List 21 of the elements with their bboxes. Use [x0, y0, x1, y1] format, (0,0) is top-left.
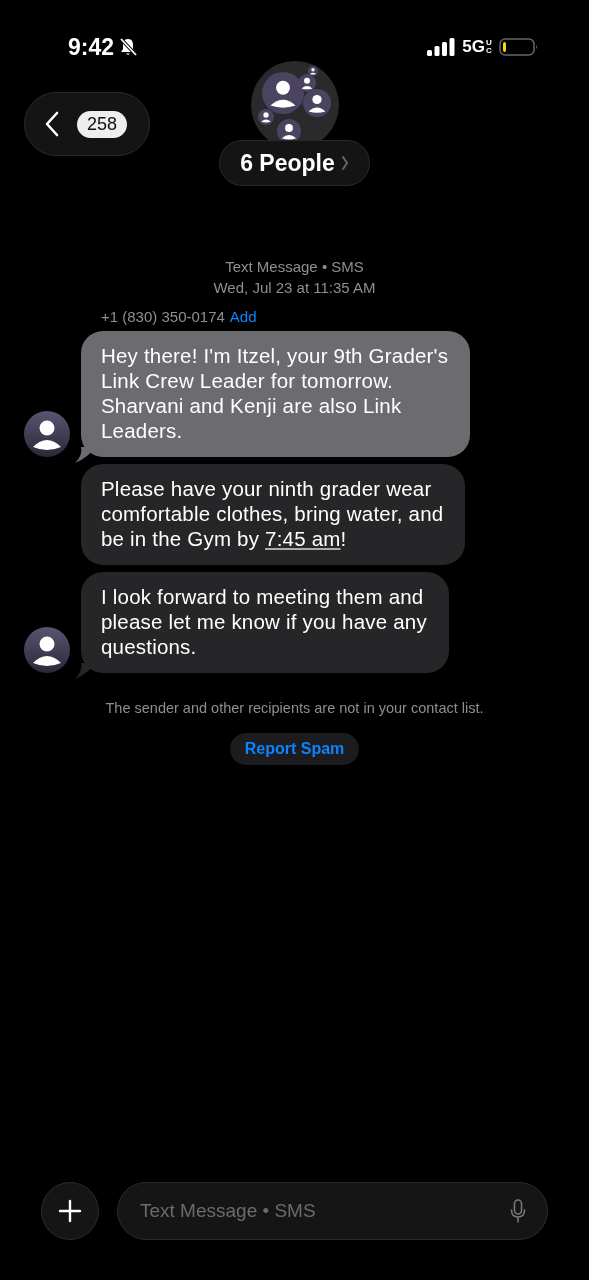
service-label: Text Message • SMS	[224, 257, 365, 277]
add-contact-link[interactable]: Add	[229, 308, 257, 325]
back-chevron-icon	[45, 111, 59, 137]
microphone-icon	[510, 1199, 526, 1223]
battery-icon	[499, 38, 539, 56]
timestamp: Wed, Jul 23 at 11:35 AM	[212, 278, 377, 298]
sender-phone: +1 (830) 350-0174	[101, 308, 225, 325]
signal-icon	[427, 38, 456, 56]
report-spam-button[interactable]: Report Spam	[229, 733, 360, 765]
contact-notice: The sender and other recipients are not in your contact list.	[104, 700, 485, 716]
time-link[interactable]: 7:45 am	[265, 527, 341, 550]
message-field[interactable]: Text Message • SMS	[117, 1182, 548, 1240]
unread-count-badge: 258	[77, 110, 128, 138]
back-button[interactable]: 258	[24, 92, 151, 156]
message-bubble[interactable]: Please have your ninth grader wear comfortable clothes, bring water, and be in the Gym by 7:45 am!	[81, 464, 466, 565]
clock-time: 9:42	[68, 33, 115, 61]
message-bubble[interactable]: I look forward to meeting them and please let me know if you have any questions.	[81, 572, 449, 673]
message-bubble[interactable]: Hey there! I'm Itzel, your 9th Grader's Link Crew Leader for tomorrow. Sharvani and Kenji are also Link Leaders.	[81, 331, 471, 457]
group-title-button[interactable]: 6 People	[219, 140, 370, 186]
chevron-icon	[340, 155, 349, 171]
plus-icon	[58, 1199, 82, 1223]
